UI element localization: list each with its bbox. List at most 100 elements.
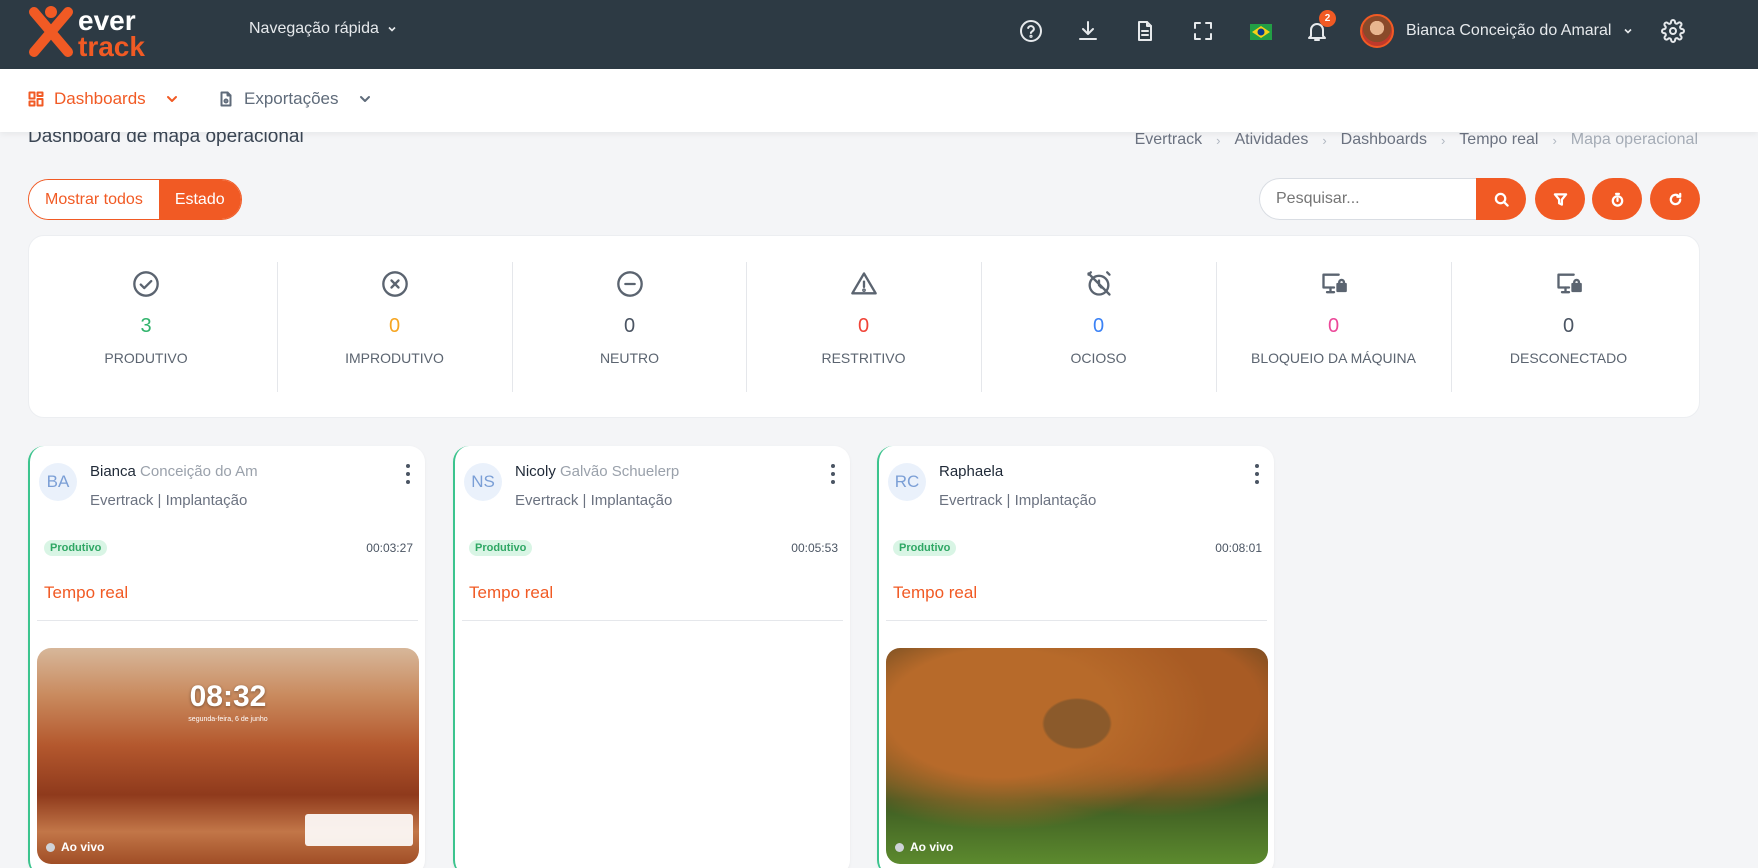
stat-value: 0 [1327,315,1340,337]
notification-count-badge: 2 [1319,10,1336,27]
file-export-icon [220,91,232,107]
status-time: 00:03:27 [366,541,413,555]
stat-label: PRODUTIVO [104,350,188,366]
stat-improdutivo[interactable]: 0 IMPRODUTIVO [277,262,511,392]
screen-clock: 08:32 [189,680,267,713]
user-card-name: Bianca Conceição do Am [90,463,258,480]
realtime-section-title: Tempo real [893,583,978,602]
live-indicator: Ao vivo [895,840,953,854]
breadcrumb-separator-icon: › [1322,132,1327,148]
timer-button[interactable] [1592,178,1642,220]
logo-word-track: track [78,31,145,60]
search-icon [1494,192,1509,207]
user-card-name: Raphaela [939,463,1003,480]
show-all-button[interactable]: Mostrar todos [29,180,159,219]
search-input[interactable] [1259,178,1476,220]
menu-exportacoes-label: Exportações [244,89,339,108]
menu-exportacoes[interactable]: Exportações [218,89,373,109]
realtime-section-title: Tempo real [44,583,129,602]
breadcrumb-evertrack[interactable]: Evertrack [1135,131,1203,149]
user-card-org: Evertrack | Implantação [90,492,248,509]
divider [37,620,418,621]
more-options-icon[interactable] [405,464,411,484]
status-badge: Produtivo [44,540,108,556]
alarm-off-icon [1086,271,1111,296]
menu-dashboards[interactable]: Dashboards [28,89,180,109]
fullscreen-icon[interactable] [1188,16,1218,46]
stat-neutro[interactable]: 0 NEUTRO [512,262,746,392]
status-time: 00:08:01 [1215,541,1262,555]
status-time: 00:05:53 [791,541,838,555]
stat-value: 0 [1562,315,1575,337]
quick-navigation-label: Navegação rápida [249,20,379,37]
user-card-org: Evertrack | Implantação [939,492,1097,509]
stat-produtivo[interactable]: 3 PRODUTIVO [29,262,263,392]
download-icon[interactable] [1073,16,1103,46]
stat-value: 0 [1092,315,1105,337]
user-avatar [1360,14,1394,48]
user-first-name: Bianca [90,463,136,480]
warning-icon [850,272,877,295]
stat-value: 0 [857,315,870,337]
chevron-down-icon [1624,28,1633,34]
breadcrumb-atividades[interactable]: Atividades [1235,131,1309,149]
status-badge: Produtivo [469,540,533,556]
stat-restritivo[interactable]: 0 RESTRITIVO [746,262,980,392]
settings-gear-icon[interactable] [1658,16,1688,46]
stat-label: BLOQUEIO DA MÁQUINA [1251,350,1416,366]
state-button[interactable]: Estado [158,180,241,219]
more-options-icon[interactable] [1254,464,1260,484]
stat-value: 0 [623,315,636,337]
user-card[interactable]: BA Bianca Conceição do Am Evertrack | Im… [28,446,425,868]
more-options-icon[interactable] [830,464,836,484]
user-card-name: Nicoly Galvão Schuelerp [515,463,679,480]
stat-desconectado[interactable]: 0 DESCONECTADO [1451,262,1685,392]
monitor-lock-icon [1556,273,1582,294]
stat-label: OCIOSO [1070,350,1127,366]
user-card-org: Evertrack | Implantação [515,492,673,509]
screen-notification-popup [305,814,413,846]
user-name-obscured: Galvão Schuelerp [560,463,680,480]
x-circle-icon [381,271,408,297]
user-name: Bianca Conceição do Amaral [1406,22,1612,39]
breadcrumb-separator-icon: › [1216,132,1221,148]
breadcrumb-dashboards[interactable]: Dashboards [1341,131,1427,149]
user-initials-avatar: NS [464,463,502,501]
stat-ocioso[interactable]: 0 OCIOSO [981,262,1215,392]
chevron-down-icon [166,96,177,102]
chevron-down-icon [388,26,396,32]
screen-capture-thumbnail[interactable]: 08:32 segunda-feira, 6 de junho Ao vivo [37,648,419,864]
search-button[interactable] [1476,178,1526,220]
filter-button[interactable] [1535,178,1585,220]
screen-capture-thumbnail[interactable]: Ao vivo [886,648,1268,864]
refresh-button[interactable] [1650,178,1700,220]
monitor-lock-icon [1321,273,1347,294]
user-menu[interactable]: Bianca Conceição do Amaral [1360,14,1633,48]
user-card[interactable]: NS Nicoly Galvão Schuelerp Evertrack | I… [453,446,850,868]
breadcrumb-separator-icon: › [1440,132,1446,148]
breadcrumb-tempo-real[interactable]: Tempo real [1459,131,1538,149]
filter-icon [1553,192,1567,206]
help-icon[interactable] [1016,16,1046,46]
stat-label: IMPRODUTIVO [345,350,444,366]
user-card[interactable]: RC Raphaela Evertrack | Implantação Prod… [877,446,1274,868]
document-icon[interactable] [1130,16,1160,46]
brazil-flag-icon[interactable] [1250,24,1272,40]
check-circle-icon [133,271,159,297]
screen-date: segunda-feira, 6 de junho [188,716,268,723]
notifications-bell-icon[interactable]: 2 [1302,10,1336,46]
quick-navigation-dropdown[interactable]: Navegação rápida [249,20,397,38]
stat-label: NEUTRO [599,350,660,366]
stat-value: 3 [140,315,152,337]
user-first-name: Nicoly [515,463,556,480]
user-initials-avatar: BA [39,463,77,501]
stat-bloqueio-maquina[interactable]: 0 BLOQUEIO DA MÁQUINA [1216,262,1450,392]
status-badge: Produtivo [893,540,957,556]
evertrack-logo[interactable]: ever track [28,4,178,60]
live-label: Ao vivo [910,840,954,854]
stat-label: DESCONECTADO [1509,350,1628,366]
stat-value: 0 [388,315,401,337]
stopwatch-icon [1611,192,1623,207]
divider [462,620,843,621]
live-label: Ao vivo [61,840,105,854]
